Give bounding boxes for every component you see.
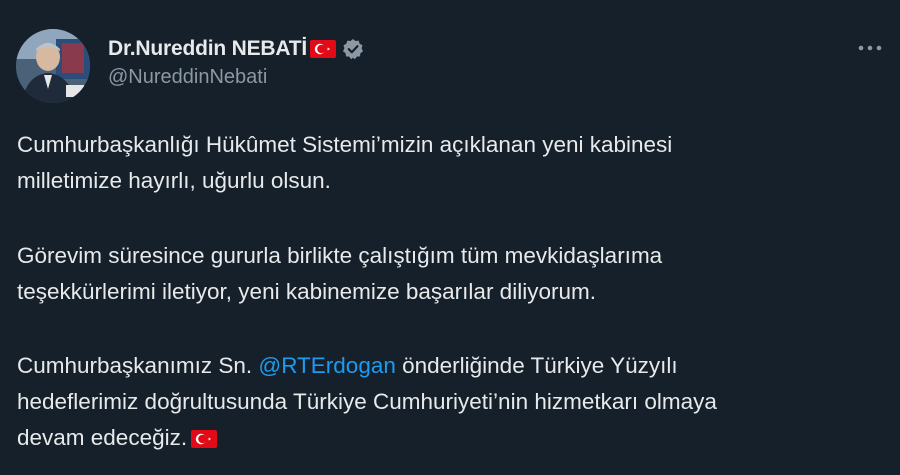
tweet-text-line: Görevim süresince gururla birlikte çalış… (17, 243, 663, 268)
avatar[interactable] (16, 29, 90, 103)
tweet-paragraph-3: Cumhurbaşkanımız Sn. @RTErdogan önderliğ… (17, 348, 717, 456)
mention-link[interactable]: @RTErdogan (258, 353, 396, 378)
tweet-text-line: Cumhurbaşkanlığı Hükûmet Sistemi’mizin a… (17, 132, 673, 157)
tweet-text-segment: önderliğinde Türkiye Yüzyılı (395, 353, 678, 378)
tweet-text-segment: Cumhurbaşkanımız Sn. (17, 353, 259, 378)
tweet-text-line: hedeflerimiz doğrultusunda Türkiye Cumhu… (17, 389, 717, 414)
tweet-text-line: Cumhurbaşkanımız Sn. @RTErdogan önderliğ… (17, 348, 717, 384)
author-display-name[interactable]: Dr.Nureddin NEBATİ (108, 37, 307, 61)
tweet-paragraph-2: Görevim süresince gururla birlikte çalış… (17, 238, 662, 310)
tweet-text-line: milletimize hayırlı, uğurlu olsun. (17, 168, 331, 193)
tweet-text-line: devam edeceğiz. (17, 420, 717, 456)
tweet-text-segment: devam edeceğiz. (17, 425, 188, 450)
author-line: Dr.Nureddin NEBATİ (108, 34, 364, 64)
author-handle[interactable]: @NureddinNebati (108, 66, 267, 89)
tweet-card: Dr.Nureddin NEBATİ @NureddinNebati Cumhu… (0, 0, 900, 475)
more-horizontal-icon[interactable] (852, 36, 888, 60)
tweet-text-line: teşekkürlerimi iletiyor, yeni kabinemize… (17, 279, 596, 304)
tweet-paragraph-1: Cumhurbaşkanlığı Hükûmet Sistemi’mizin a… (17, 127, 672, 199)
verified-badge-icon (342, 38, 364, 60)
turkey-flag-icon (191, 430, 218, 448)
turkey-flag-icon (310, 40, 337, 58)
